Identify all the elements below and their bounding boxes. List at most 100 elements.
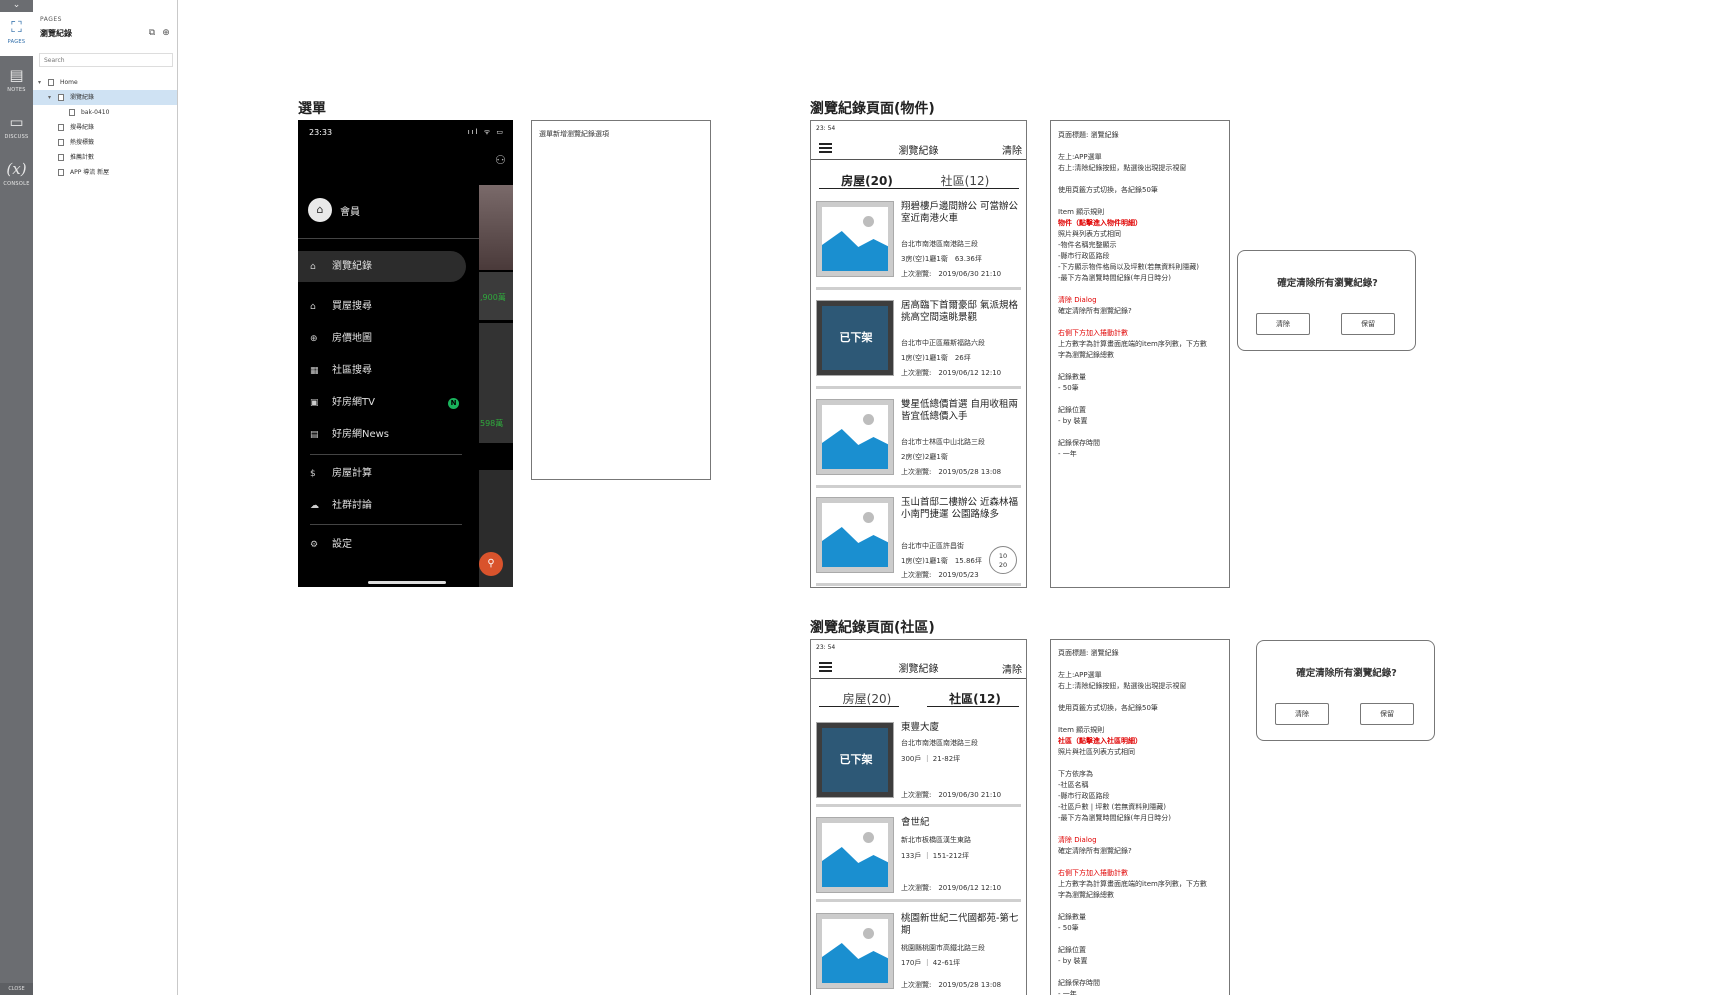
page-icon: [58, 124, 64, 131]
photo-placeholder-icon: [816, 913, 894, 989]
tree-expand-icon[interactable]: ▾: [48, 90, 51, 105]
note-line: [1058, 714, 1207, 725]
discuss-icon: ▭: [9, 113, 24, 131]
rail-discuss-button[interactable]: ▭ DISCUSS: [0, 107, 33, 151]
clear-button[interactable]: 清除: [1002, 142, 1022, 157]
note-line: 右側下方加入捲動計數: [1058, 329, 1128, 337]
note-line: [1058, 284, 1207, 295]
search-fab-icon[interactable]: ⚲: [479, 552, 503, 576]
card-last-viewed: 上次瀏覽: 2019/06/30 21:10: [901, 791, 1002, 799]
menu-item-calculator[interactable]: $ 房屋計算: [310, 466, 470, 482]
user-avatar-icon[interactable]: ⌂: [308, 198, 332, 222]
house-icon: ⌂: [310, 302, 316, 312]
rail-console-button[interactable]: (x) CONSOLE: [0, 154, 33, 198]
tab-community[interactable]: 社區(12): [931, 690, 1019, 707]
note-line: 清除 Dialog: [1058, 296, 1097, 304]
header-title: 瀏覽紀錄: [898, 146, 939, 157]
menu-item-price-map[interactable]: ⊕ 房價地圖: [310, 331, 470, 347]
clear-button[interactable]: 清除: [1002, 661, 1022, 676]
note-line: [1058, 427, 1207, 438]
tree-item-app-redirect[interactable]: APP 導流 新屋: [33, 165, 177, 180]
menu-item-settings[interactable]: ⚙ 設定: [310, 537, 470, 553]
note-line: -最下方為瀏覽時間紀錄(年月日時分): [1058, 814, 1171, 822]
tab-community[interactable]: 社區(12): [921, 172, 1009, 189]
menu-item-buy-search[interactable]: ⌂ 買屋搜尋: [310, 299, 470, 315]
dialog-clear-button[interactable]: 清除: [1275, 703, 1329, 725]
menu-item-history[interactable]: ⌂ 瀏覽紀錄: [310, 259, 470, 275]
menu-item-label: 社區搜尋: [332, 365, 372, 376]
menu-item-community-search[interactable]: ▦ 社區搜尋: [310, 363, 470, 379]
tree-item-search-history[interactable]: 搜尋紀錄: [33, 120, 177, 135]
strip-price: 598萬: [480, 419, 504, 428]
card-address: 新北市板橋區漢生東路: [901, 836, 971, 844]
tab-house[interactable]: 房屋(20): [823, 172, 911, 189]
note-line: - 一年: [1058, 990, 1077, 995]
menu-item-news[interactable]: ▤ 好房網News: [310, 427, 470, 443]
status-time: 23: 54: [816, 125, 836, 132]
menu-phone-mockup: 23:33 ııl ᯤ ▭ ⚇ ,900萬 598萬 ⌂ 會員 ⌂ 瀏覽紀錄 ⌂ 買…: [298, 120, 513, 587]
menu-item-community[interactable]: ☁ 社群討論: [310, 498, 470, 514]
tree-expand-icon[interactable]: ▾: [38, 75, 41, 90]
card-spec: 2房(空)2廳1衛: [901, 453, 948, 461]
tree-item-label: 搜尋紀錄: [70, 124, 95, 131]
rail-pages-button[interactable]: ⛶ PAGES: [0, 12, 33, 56]
note-line: 上方數字為計算畫面底端的item序列數，下方數: [1058, 340, 1207, 348]
note-line: 物件（點擊進入物件明細）: [1058, 219, 1142, 227]
page-icon: [58, 139, 64, 146]
account-icon[interactable]: ⚇: [495, 153, 506, 167]
tree-item-bak[interactable]: bak-0410: [33, 105, 177, 120]
dialog-question: 確定清除所有瀏覽紀錄?: [1296, 668, 1397, 679]
photo-delisted: 已下架: [816, 300, 894, 376]
menu-note-box: 選單新增瀏覽紀錄選項: [531, 120, 711, 480]
page-icon: [58, 154, 64, 161]
tree-item-label: 推薦計數: [70, 154, 95, 161]
note-line: 紀錄保存時間: [1058, 979, 1100, 987]
tab-house[interactable]: 房屋(20): [823, 690, 911, 707]
note-line: -下方顯示物件格局以及坪數(若無資料則隱藏): [1058, 263, 1199, 271]
note-line: [1058, 901, 1207, 912]
rail-close-button[interactable]: CLOSE: [0, 983, 33, 995]
house-notes-box: 頁面標題: 瀏覽紀錄 左上:APP選單 右上:清除紀錄按鈕，點選後出現提示視窗 使用頁…: [1050, 120, 1230, 588]
notes-icon: ▤: [9, 66, 24, 84]
divider: [310, 454, 462, 455]
card-title: 東豐大廈: [901, 722, 940, 733]
menu-item-tv[interactable]: ▣ 好房網TV N: [310, 395, 470, 411]
rail-discuss-label: DISCUSS: [4, 134, 29, 140]
card-last-viewed: 上次瀏覽: 2019/06/12 12:10: [901, 884, 1002, 892]
note-line: 紀錄保存時間: [1058, 439, 1100, 447]
note-line: 清除 Dialog: [1058, 836, 1097, 844]
house-history-frame: 23: 54 瀏覽紀錄 清除 房屋(20) 社區(12) 翔碧樓戶邊間辦公 可當…: [810, 120, 1027, 588]
rail-notes-button[interactable]: ▤ NOTES: [0, 60, 33, 104]
note-line: - 50筆: [1058, 924, 1079, 932]
page-icon: [48, 79, 54, 86]
tree-item-label: Home: [60, 79, 78, 86]
note-line: [1058, 659, 1207, 670]
tree-item-label: 熱搜標籤: [70, 139, 95, 146]
tree-item-home[interactable]: ▾ Home: [33, 75, 177, 90]
card-spec: 3房(空)1廳1衛 63.36坪: [901, 255, 982, 263]
note-line: 頁面標題: 瀏覽紀錄: [1058, 649, 1119, 657]
note-line: -社區名稱: [1058, 781, 1089, 789]
note-line: 左上:APP選單: [1058, 671, 1102, 679]
add-page-icon[interactable]: ⊕: [160, 28, 172, 38]
note-line: [1058, 857, 1207, 868]
background-photo-strip: [479, 185, 513, 270]
note-line: 頁面標題: 瀏覽紀錄: [1058, 131, 1119, 139]
tree-item-hot-tags[interactable]: 熱搜標籤: [33, 135, 177, 150]
dialog-keep-button[interactable]: 保留: [1360, 703, 1414, 725]
page-icon: [69, 109, 75, 116]
note-line: [1058, 317, 1207, 328]
member-label[interactable]: 會員: [340, 203, 360, 218]
search-input[interactable]: [39, 53, 173, 67]
tree-item-history[interactable]: ▾ 瀏覽紀錄: [33, 90, 177, 105]
export-icon[interactable]: ⧉: [146, 28, 158, 38]
note-line: 使用頁籤方式切換，各紀錄50筆: [1058, 704, 1158, 712]
tree-item-recommend[interactable]: 推薦計數: [33, 150, 177, 165]
collapse-chevron-icon[interactable]: ⌄: [0, 0, 33, 12]
note-line: 右上:清除紀錄按鈕，點選後出現提示視窗: [1058, 164, 1187, 172]
dialog-clear-button[interactable]: 清除: [1256, 313, 1310, 335]
community-section-title: 瀏覽紀錄頁面(社區): [810, 620, 935, 636]
scroll-counter: 10 20: [989, 546, 1017, 574]
dialog-keep-button[interactable]: 保留: [1341, 313, 1395, 335]
panel-title: 瀏覽紀錄: [40, 29, 72, 38]
